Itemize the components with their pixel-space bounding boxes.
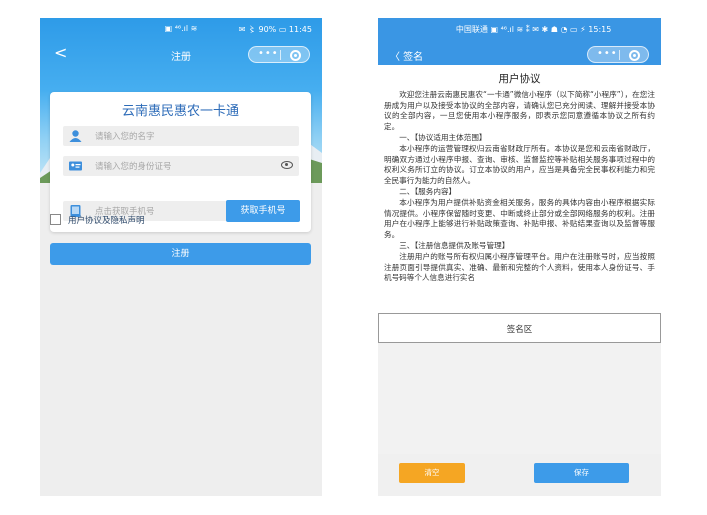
checkbox-icon[interactable]	[50, 214, 61, 225]
doc-title: 用户协议	[498, 73, 541, 85]
id-card-icon	[69, 161, 82, 171]
status-bar-right: ✉ 〻 90% ▭ 11:45	[238, 25, 312, 34]
back-with-title[interactable]: 〈 签名	[390, 48, 423, 63]
close-circle-icon[interactable]	[290, 50, 301, 61]
name-placeholder: 请输入您的名字	[95, 132, 155, 142]
back-icon[interactable]: <	[54, 43, 67, 62]
nav-bar: < 注册 •••	[40, 40, 322, 68]
name-input[interactable]: 请输入您的名字	[63, 126, 299, 146]
clear-button[interactable]: 清空	[399, 463, 465, 483]
close-circle-icon[interactable]	[629, 50, 640, 61]
card-title: 云南惠民惠农一卡通	[121, 104, 239, 119]
nav-bar: 〈 签名 •••	[378, 40, 661, 68]
doc-section-heading: 二、【服务内容】	[399, 187, 457, 197]
doc-paragraph: 本小程序的运营管理权归云南省财政厅所有。本协议是您和云南省财政厅，明确双方通过小…	[384, 143, 655, 185]
register-screen: ▣ ⁴⁶.ıl ≋ ✉ 〻 90% ▭ 11:45 < 注册 ••• 云南惠民惠…	[40, 18, 322, 496]
id-placeholder: 请输入您的身份证号	[95, 162, 172, 172]
more-dots-icon[interactable]: •••	[258, 48, 279, 59]
page-title: 注册	[171, 52, 191, 63]
status-bar-signal: ▣ ⁴⁶.ıl ≋	[164, 24, 198, 33]
register-card: 云南惠民惠农一卡通 请输入您的名字 请输入您的身份证号 点击获取手机号 获取手机…	[50, 92, 311, 232]
signature-area-header: 签名区	[378, 313, 661, 343]
eye-icon[interactable]	[281, 161, 293, 169]
get-phone-button[interactable]: 获取手机号	[226, 200, 300, 222]
id-number-input[interactable]: 请输入您的身份证号	[63, 156, 299, 176]
signature-screen: 中国联通 ▣ ⁴⁶.ıl ≋ ⁑ ✉ ✱ ☗ ◔ ▭ ⚡ 15:15 〈 签名 …	[378, 18, 661, 496]
save-button[interactable]: 保存	[534, 463, 629, 483]
user-icon	[69, 130, 82, 142]
doc-paragraph: 注册用户的账号所有权归属小程序管理平台。用户在注册账号时，应当按照注册页面引导提…	[384, 251, 655, 283]
status-bar: ▣ ⁴⁶.ıl ≋ ✉ 〻 90% ▭ 11:45	[40, 18, 322, 40]
register-button[interactable]: 注册	[50, 243, 311, 265]
agreement-document[interactable]: 用户协议 欢迎您注册云南惠民惠农“一卡通”微信小程序（以下简称“小程序”），在您…	[378, 65, 661, 313]
status-bar: 中国联通 ▣ ⁴⁶.ıl ≋ ⁑ ✉ ✱ ☗ ◔ ▭ ⚡ 15:15	[378, 18, 661, 40]
agreement-link[interactable]: 用户协议及隐私声明	[68, 214, 145, 226]
signature-area-label: 签名区	[506, 325, 533, 335]
doc-paragraph: 本小程序为用户提供补贴资金相关服务，服务的具体内容由小程序根据实际情况提供。小程…	[384, 197, 655, 239]
miniprogram-capsule: •••	[248, 46, 310, 63]
doc-section-heading: 一、【协议适用主体范围】	[399, 133, 487, 143]
status-bar-text: 中国联通 ▣ ⁴⁶.ıl ≋ ⁑ ✉ ✱ ☗ ◔ ▭ ⚡ 15:15	[455, 25, 612, 34]
doc-section-heading: 三、【注册信息提供及账号管理】	[399, 241, 510, 251]
more-dots-icon[interactable]: •••	[597, 48, 618, 59]
miniprogram-capsule: •••	[587, 46, 649, 63]
signature-canvas[interactable]	[378, 343, 661, 454]
doc-paragraph: 欢迎您注册云南惠民惠农“一卡通”微信小程序（以下简称“小程序”），在您注册成为用…	[384, 90, 655, 131]
